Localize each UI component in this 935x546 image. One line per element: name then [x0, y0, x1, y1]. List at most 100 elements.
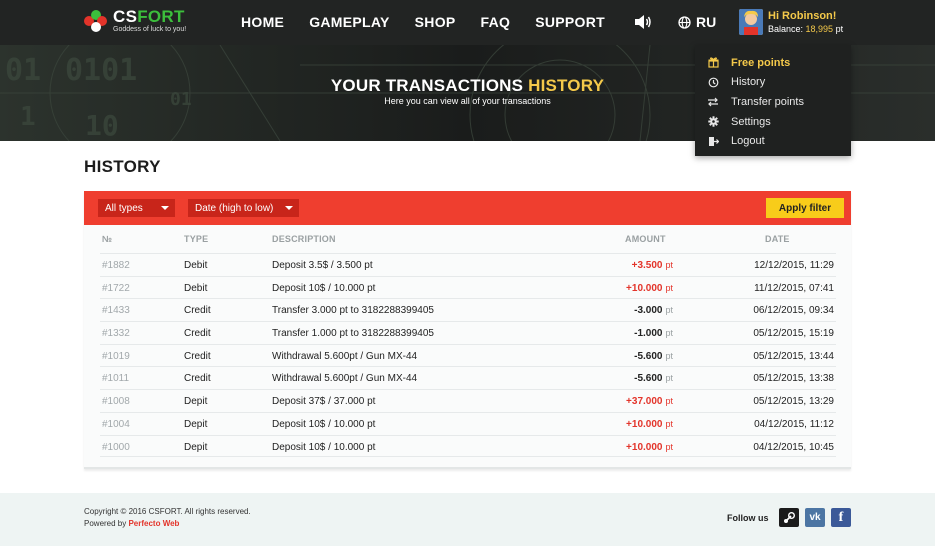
globe-icon — [678, 15, 691, 29]
nav-support[interactable]: SUPPORT — [535, 14, 605, 30]
sort-select[interactable]: Date (high to low) — [188, 199, 299, 217]
type-filter-select[interactable]: All types — [98, 199, 175, 217]
transfer-icon — [707, 96, 719, 108]
user-menu[interactable]: Hi Robinson! Balance: 18,995 pt — [739, 9, 843, 35]
transaction-description: Deposit 10$ / 10.000 pt — [272, 441, 376, 453]
amount-unit: pt — [665, 350, 673, 361]
transaction-date: 12/12/2015, 11:29 — [754, 260, 834, 271]
logout-icon — [707, 135, 719, 147]
svg-text:1: 1 — [20, 102, 36, 132]
menu-item-settings[interactable]: Settings — [695, 112, 851, 132]
transaction-date: 05/12/2015, 15:19 — [753, 328, 834, 340]
amount-unit: pt — [665, 373, 673, 384]
table-row: #1000 Depit Deposit 10$ / 10.000 pt +10.000… — [100, 434, 836, 458]
col-header-description: DESCRIPTION — [272, 234, 336, 244]
steam-icon[interactable] — [779, 508, 799, 527]
transaction-number: #1019 — [102, 350, 130, 362]
table-row: #1433 Credit Transfer 3.000 pt to 31822883… — [100, 298, 836, 321]
transaction-amount: -3.000 pt — [634, 305, 673, 316]
table-row: #1332 Credit Transfer 1.000 pt to 31822883… — [100, 321, 836, 344]
transaction-number: #1008 — [102, 396, 130, 408]
transactions-table: #1882 Debit Deposit 3.5$ / 3.500 pt +3.500 p… — [100, 253, 836, 458]
amount-unit: pt — [665, 328, 673, 339]
table-row: #1019 Credit Withdrawal 5.600pt / Gun MX-4… — [100, 343, 836, 367]
amount-unit: pt — [665, 396, 673, 407]
user-dropdown-menu: Free points History Transfer points Sett… — [695, 45, 851, 156]
transaction-description: Deposit 10$ / 10.000 pt — [272, 418, 376, 430]
powered-by-link[interactable]: Perfecto Web — [128, 519, 179, 528]
transaction-number: #1004 — [102, 418, 130, 430]
menu-item-history[interactable]: History — [695, 73, 851, 93]
transaction-description: Deposit 3.5$ / 3.500 pt — [272, 260, 373, 271]
menu-item-label: Free points — [731, 56, 791, 69]
amount-value: -5.600 — [634, 373, 663, 385]
transaction-description: Transfer 3.000 pt to 3182288399405 — [272, 305, 434, 317]
transaction-number: #1011 — [102, 373, 130, 385]
col-header-number: № — [102, 234, 113, 244]
transaction-number: #1882 — [102, 260, 130, 271]
clover-logo-icon — [84, 10, 108, 34]
type-filter-value: All types — [105, 202, 143, 214]
transaction-type: Credit — [184, 373, 211, 385]
apply-filter-button[interactable]: Apply filter — [766, 198, 844, 218]
transaction-amount: -5.600 pt — [634, 351, 673, 362]
transaction-type: Depit — [184, 396, 208, 408]
gear-icon — [707, 116, 719, 128]
transaction-date: 05/12/2015, 13:29 — [753, 396, 834, 408]
chevron-down-icon — [285, 206, 293, 210]
logo-name: CSFORT — [113, 7, 185, 26]
sort-value: Date (high to low) — [195, 202, 274, 214]
nav-shop[interactable]: SHOP — [415, 14, 456, 30]
amount-value: -5.600 — [634, 350, 663, 362]
gift-icon — [707, 57, 719, 69]
nav-home[interactable]: HOME — [241, 14, 284, 30]
user-greeting: Hi Robinson! — [768, 9, 837, 22]
transaction-date: 05/12/2015, 13:44 — [753, 350, 834, 362]
menu-item-transfer-points[interactable]: Transfer points — [695, 92, 851, 112]
avatar — [739, 9, 763, 35]
menu-item-label: Settings — [731, 115, 771, 128]
powered-by: Powered by Perfecto Web — [84, 519, 180, 528]
svg-text:10: 10 — [85, 109, 119, 141]
amount-value: +37.000 — [626, 396, 663, 408]
amount-value: -1.000 — [634, 328, 663, 340]
footer-copyright: Copyright © 2016 CSFORT. All rights rese… — [84, 506, 251, 530]
transaction-amount: +10.000 pt — [626, 419, 673, 430]
language-label: RU — [696, 14, 717, 30]
language-selector[interactable]: RU — [678, 14, 716, 30]
amount-unit: pt — [665, 282, 673, 293]
menu-item-label: Transfer points — [731, 95, 804, 108]
transaction-description: Withdrawal 5.600pt / Gun MX-44 — [272, 373, 418, 385]
col-header-amount: AMOUNT — [625, 234, 666, 244]
menu-item-label: Logout — [731, 135, 765, 148]
filter-bar: All types Date (high to low) Apply filte… — [84, 191, 851, 225]
nav-faq[interactable]: FAQ — [481, 14, 511, 30]
table-row: #1882 Debit Deposit 3.5$ / 3.500 pt +3.500 p… — [100, 253, 836, 276]
logo-tagline: Goddess of luck to you! — [113, 26, 187, 33]
transaction-amount: +10.000 pt — [626, 283, 673, 294]
menu-item-free-points[interactable]: Free points — [695, 53, 851, 73]
nav-gameplay[interactable]: GAMEPLAY — [309, 14, 389, 30]
facebook-icon[interactable]: f — [831, 508, 851, 527]
transaction-date: 04/12/2015, 10:45 — [753, 441, 834, 453]
table-header: № TYPE DESCRIPTION AMOUNT DATE — [84, 225, 851, 253]
amount-value: +10.000 — [626, 418, 663, 430]
transaction-date: 06/12/2015, 09:34 — [753, 305, 834, 317]
chevron-down-icon — [161, 206, 169, 210]
amount-unit: pt — [665, 260, 673, 270]
transaction-date: 11/12/2015, 07:41 — [754, 282, 834, 294]
logo[interactable]: CSFORT Goddess of luck to you! — [84, 7, 187, 35]
sound-icon[interactable] — [634, 14, 652, 30]
menu-item-logout[interactable]: Logout — [695, 131, 851, 151]
copyright-text: Copyright © 2016 CSFORT. All rights rese… — [84, 507, 251, 516]
main-content: HISTORY All types Date (high to low) App… — [0, 141, 935, 493]
col-header-date: DATE — [765, 234, 790, 244]
vk-icon[interactable]: vk — [805, 508, 825, 527]
table-row: #1004 Depit Deposit 10$ / 10.000 pt +10.000… — [100, 411, 836, 435]
amount-value: +10.000 — [626, 282, 663, 294]
transaction-description: Deposit 10$ / 10.000 pt — [272, 282, 376, 294]
col-header-type: TYPE — [184, 234, 209, 244]
transaction-number: #1332 — [102, 328, 130, 340]
transaction-amount: -5.600 pt — [634, 373, 673, 384]
transaction-amount: +3.500 pt — [632, 260, 673, 271]
